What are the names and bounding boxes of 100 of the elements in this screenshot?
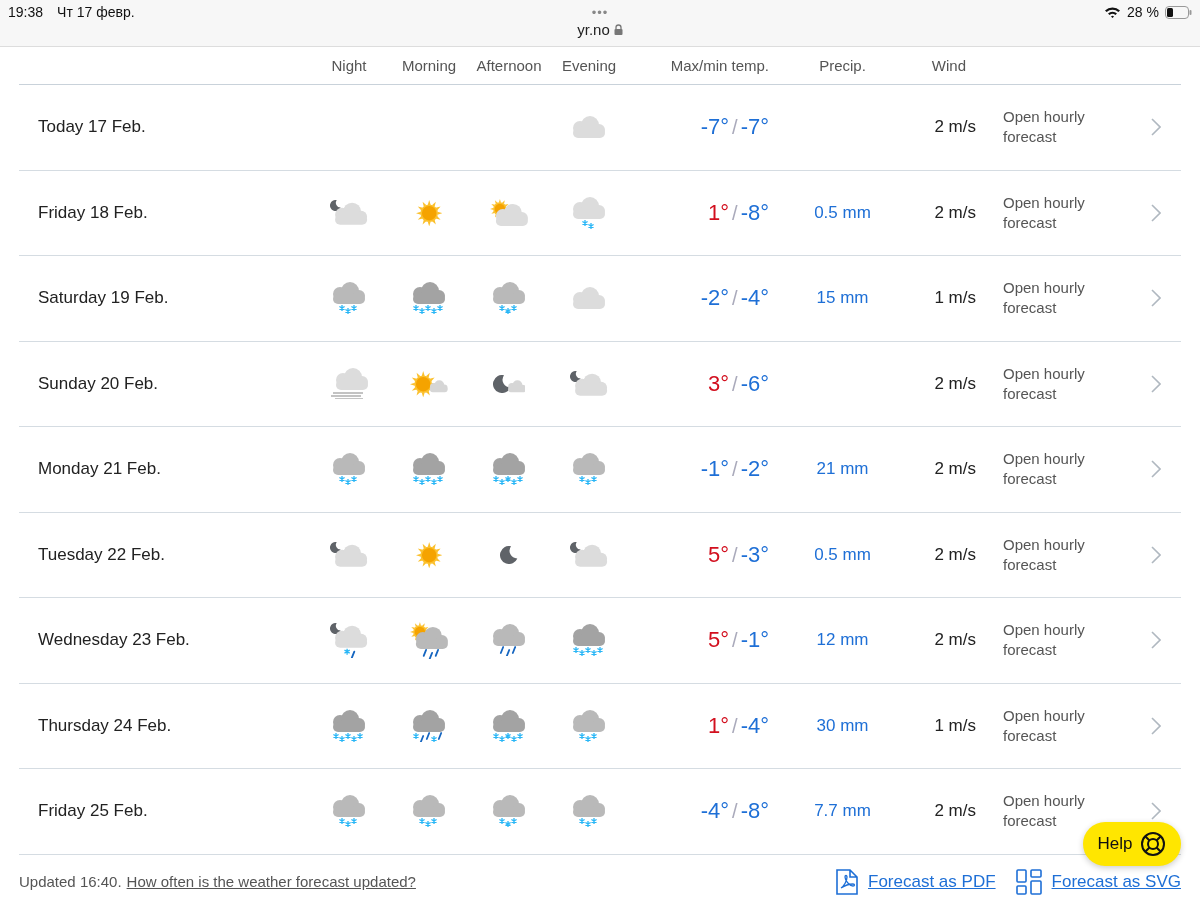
max-temperature: -4° (700, 798, 730, 825)
day-label: Thursday 24 Feb. (37, 715, 173, 736)
clock-time: 19:38 (8, 4, 44, 22)
day-label: Friday 18 Feb. (37, 202, 149, 223)
moon-cloud-snow-rain-icon (330, 622, 368, 658)
column-header: Morning (400, 57, 458, 74)
min-temperature: -2° (740, 456, 769, 483)
hourly-forecast-link[interactable]: Open hourly forecast (1003, 107, 1093, 148)
sun-cloud-rain-icon (410, 621, 448, 659)
cloud-rain-icon (493, 624, 525, 657)
hourly-forecast-link[interactable]: Open hourly forecast (1003, 363, 1093, 404)
day-label: Today 17 Feb. (37, 117, 147, 138)
chevron-right-icon[interactable] (1150, 374, 1161, 393)
hourly-forecast-link[interactable]: Open hourly forecast (1003, 192, 1093, 233)
min-temperature: -6° (740, 370, 769, 397)
pdf-download-link[interactable]: Forecast as PDF (836, 868, 996, 895)
precipitation-amount: 21 mm (816, 459, 869, 479)
hourly-forecast-link[interactable]: Open hourly forecast (1003, 620, 1093, 661)
faq-link[interactable]: How often is the weather forecast updated? (126, 873, 416, 890)
min-temperature: -4° (740, 285, 769, 312)
day-label: Friday 25 Feb. (37, 801, 149, 822)
chevron-right-icon[interactable] (1150, 460, 1161, 479)
precipitation-amount: 0.5 mm (814, 202, 871, 222)
sun-cloud-icon (410, 370, 448, 397)
chevron-right-icon[interactable] (1150, 631, 1161, 650)
cloud-snow-icon (493, 709, 525, 742)
updated-text: Updated 16:40. (19, 873, 122, 890)
address-text[interactable]: yr.no (577, 21, 610, 38)
max-temperature: -1° (700, 456, 730, 483)
cloud-snow-icon (573, 709, 605, 742)
precipitation-amount: 7.7 mm (814, 801, 871, 821)
cloud-snow-icon (413, 453, 445, 486)
wind-speed: 2 m/s (933, 117, 976, 138)
wind-speed: 2 m/s (933, 459, 976, 480)
cloud-snow-rain-icon (413, 709, 445, 742)
wind-speed: 2 m/s (933, 801, 976, 822)
chevron-right-icon[interactable] (1150, 545, 1161, 564)
pdf-file-icon (836, 868, 858, 895)
moon-cloud-icon (330, 200, 368, 226)
day-label: Sunday 20 Feb. (37, 373, 160, 394)
cloud-snow-icon (333, 709, 365, 742)
chevron-right-icon[interactable] (1150, 203, 1161, 222)
column-header: Night (330, 57, 368, 74)
max-temperature: 1° (708, 199, 730, 226)
battery-percent: 28 % (1127, 4, 1159, 20)
cloud-snow-icon (573, 196, 605, 229)
column-header: Afternoon (475, 57, 543, 74)
cloud-snow-icon (333, 282, 365, 315)
min-temperature: -4° (740, 712, 769, 739)
cloud-snow-icon (573, 624, 605, 657)
temperature-separator: / (732, 629, 738, 653)
moon-icon (500, 545, 518, 564)
temperature-separator: / (732, 714, 738, 738)
temperature-separator: / (732, 543, 738, 567)
help-button[interactable]: Help (1083, 822, 1181, 866)
chevron-right-icon[interactable] (1150, 802, 1161, 821)
moon-cloud-icon (570, 371, 608, 397)
hourly-forecast-link[interactable]: Open hourly forecast (1003, 534, 1093, 575)
temperature-separator: / (732, 287, 738, 311)
temperature-separator: / (732, 116, 738, 140)
cloud-snow-icon (413, 795, 445, 828)
temperature-separator: / (732, 201, 738, 225)
moon-cloud-icon (492, 374, 526, 393)
precipitation-amount: 0.5 mm (814, 544, 871, 564)
battery-icon (1165, 6, 1192, 19)
sun-icon (415, 541, 443, 568)
cloud-snow-icon (573, 795, 605, 828)
column-header: Precip. (818, 57, 867, 74)
cloud-snow-icon (573, 453, 605, 486)
min-temperature: -1° (740, 627, 769, 654)
wind-speed: 2 m/s (933, 630, 976, 651)
hourly-forecast-link[interactable]: Open hourly forecast (1003, 449, 1093, 490)
precipitation-amount: 12 mm (816, 630, 869, 650)
wind-speed: 2 m/s (933, 544, 976, 565)
max-temperature: 5° (708, 541, 730, 568)
chevron-right-icon[interactable] (1150, 289, 1161, 308)
wind-speed: 1 m/s (933, 715, 976, 736)
sun-icon (415, 199, 443, 226)
min-temperature: -8° (740, 199, 769, 226)
wind-speed: 2 m/s (933, 202, 976, 223)
cloud-snow-icon (493, 795, 525, 828)
chevron-right-icon[interactable] (1150, 716, 1161, 735)
date-text: Чт 17 февр. (57, 4, 135, 22)
cloud-fog-icon (330, 368, 368, 400)
cloud-icon (573, 287, 605, 310)
precipitation-amount: 15 mm (816, 288, 869, 308)
wind-speed: 1 m/s (933, 288, 976, 309)
min-temperature: -8° (740, 798, 769, 825)
chevron-right-icon[interactable] (1150, 118, 1161, 137)
moon-cloud-icon (570, 542, 608, 568)
hourly-forecast-link[interactable]: Open hourly forecast (1003, 705, 1093, 746)
grid-icon (1015, 868, 1042, 895)
column-header: Max/min temp. (669, 57, 770, 74)
wind-speed: 2 m/s (933, 373, 976, 394)
day-label: Tuesday 22 Feb. (37, 544, 166, 565)
hourly-forecast-link[interactable]: Open hourly forecast (1003, 278, 1093, 319)
max-temperature: 5° (708, 627, 730, 654)
svg-download-link[interactable]: Forecast as SVG (1015, 868, 1181, 895)
max-temperature: -2° (700, 285, 730, 312)
min-temperature: -3° (740, 541, 769, 568)
